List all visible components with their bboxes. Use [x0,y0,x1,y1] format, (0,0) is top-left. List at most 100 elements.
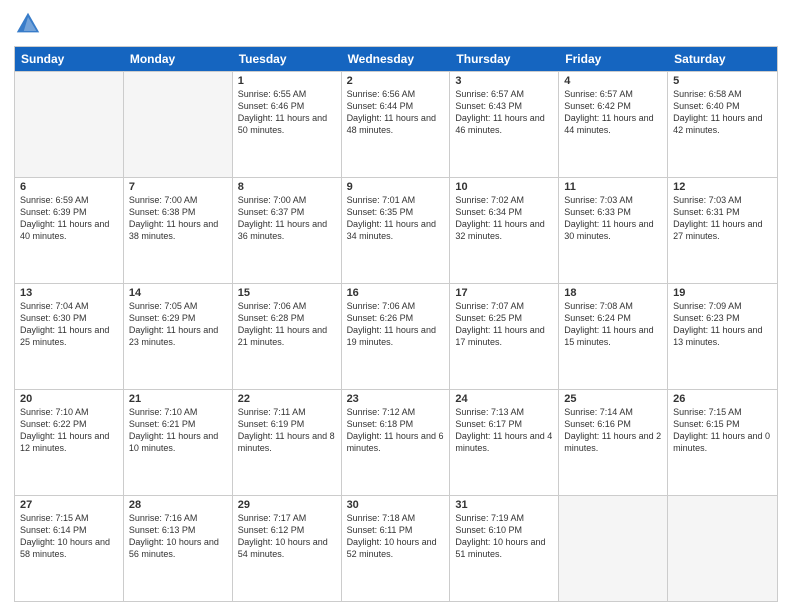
calendar-cell: 11Sunrise: 7:03 AMSunset: 6:33 PMDayligh… [559,178,668,283]
calendar-cell: 7Sunrise: 7:00 AMSunset: 6:38 PMDaylight… [124,178,233,283]
day-number: 27 [20,499,118,511]
day-number: 12 [673,181,772,193]
day-number: 26 [673,393,772,405]
day-detail: Sunrise: 7:04 AMSunset: 6:30 PMDaylight:… [20,300,118,349]
calendar-cell: 24Sunrise: 7:13 AMSunset: 6:17 PMDayligh… [450,390,559,495]
day-detail: Sunrise: 7:02 AMSunset: 6:34 PMDaylight:… [455,194,553,243]
day-detail: Sunrise: 7:08 AMSunset: 6:24 PMDaylight:… [564,300,662,349]
calendar-week-3: 13Sunrise: 7:04 AMSunset: 6:30 PMDayligh… [15,283,777,389]
calendar-cell: 2Sunrise: 6:56 AMSunset: 6:44 PMDaylight… [342,72,451,177]
day-number: 4 [564,75,662,87]
calendar-week-2: 6Sunrise: 6:59 AMSunset: 6:39 PMDaylight… [15,177,777,283]
day-number: 29 [238,499,336,511]
day-number: 28 [129,499,227,511]
day-detail: Sunrise: 7:05 AMSunset: 6:29 PMDaylight:… [129,300,227,349]
day-detail: Sunrise: 7:07 AMSunset: 6:25 PMDaylight:… [455,300,553,349]
day-detail: Sunrise: 7:17 AMSunset: 6:12 PMDaylight:… [238,512,336,561]
header [14,10,778,38]
calendar-cell: 10Sunrise: 7:02 AMSunset: 6:34 PMDayligh… [450,178,559,283]
calendar-week-5: 27Sunrise: 7:15 AMSunset: 6:14 PMDayligh… [15,495,777,601]
weekday-header-sunday: Sunday [15,47,124,71]
day-number: 11 [564,181,662,193]
calendar-cell: 31Sunrise: 7:19 AMSunset: 6:10 PMDayligh… [450,496,559,601]
day-detail: Sunrise: 7:09 AMSunset: 6:23 PMDaylight:… [673,300,772,349]
calendar-cell: 5Sunrise: 6:58 AMSunset: 6:40 PMDaylight… [668,72,777,177]
day-detail: Sunrise: 6:55 AMSunset: 6:46 PMDaylight:… [238,88,336,137]
day-detail: Sunrise: 7:06 AMSunset: 6:28 PMDaylight:… [238,300,336,349]
calendar-cell: 30Sunrise: 7:18 AMSunset: 6:11 PMDayligh… [342,496,451,601]
day-detail: Sunrise: 7:10 AMSunset: 6:21 PMDaylight:… [129,406,227,455]
day-number: 24 [455,393,553,405]
weekday-header-tuesday: Tuesday [233,47,342,71]
calendar-cell: 9Sunrise: 7:01 AMSunset: 6:35 PMDaylight… [342,178,451,283]
calendar-cell [668,496,777,601]
day-number: 3 [455,75,553,87]
day-detail: Sunrise: 6:58 AMSunset: 6:40 PMDaylight:… [673,88,772,137]
calendar-cell: 27Sunrise: 7:15 AMSunset: 6:14 PMDayligh… [15,496,124,601]
calendar-week-4: 20Sunrise: 7:10 AMSunset: 6:22 PMDayligh… [15,389,777,495]
day-number: 15 [238,287,336,299]
day-number: 1 [238,75,336,87]
day-detail: Sunrise: 7:12 AMSunset: 6:18 PMDaylight:… [347,406,445,455]
day-number: 16 [347,287,445,299]
day-detail: Sunrise: 6:59 AMSunset: 6:39 PMDaylight:… [20,194,118,243]
calendar-week-1: 1Sunrise: 6:55 AMSunset: 6:46 PMDaylight… [15,71,777,177]
day-detail: Sunrise: 7:03 AMSunset: 6:33 PMDaylight:… [564,194,662,243]
day-detail: Sunrise: 7:00 AMSunset: 6:38 PMDaylight:… [129,194,227,243]
calendar-header: SundayMondayTuesdayWednesdayThursdayFrid… [15,47,777,71]
day-number: 8 [238,181,336,193]
logo-icon [14,10,42,38]
calendar-cell: 14Sunrise: 7:05 AMSunset: 6:29 PMDayligh… [124,284,233,389]
day-detail: Sunrise: 7:15 AMSunset: 6:15 PMDaylight:… [673,406,772,455]
calendar-cell: 6Sunrise: 6:59 AMSunset: 6:39 PMDaylight… [15,178,124,283]
calendar-cell: 19Sunrise: 7:09 AMSunset: 6:23 PMDayligh… [668,284,777,389]
day-number: 25 [564,393,662,405]
day-detail: Sunrise: 7:03 AMSunset: 6:31 PMDaylight:… [673,194,772,243]
weekday-header-monday: Monday [124,47,233,71]
calendar-cell: 1Sunrise: 6:55 AMSunset: 6:46 PMDaylight… [233,72,342,177]
day-number: 19 [673,287,772,299]
day-number: 23 [347,393,445,405]
calendar-cell [15,72,124,177]
calendar-cell: 20Sunrise: 7:10 AMSunset: 6:22 PMDayligh… [15,390,124,495]
day-number: 30 [347,499,445,511]
calendar: SundayMondayTuesdayWednesdayThursdayFrid… [14,46,778,602]
calendar-cell: 8Sunrise: 7:00 AMSunset: 6:37 PMDaylight… [233,178,342,283]
weekday-header-thursday: Thursday [450,47,559,71]
day-detail: Sunrise: 7:06 AMSunset: 6:26 PMDaylight:… [347,300,445,349]
day-detail: Sunrise: 7:01 AMSunset: 6:35 PMDaylight:… [347,194,445,243]
day-number: 5 [673,75,772,87]
day-number: 31 [455,499,553,511]
calendar-cell: 25Sunrise: 7:14 AMSunset: 6:16 PMDayligh… [559,390,668,495]
calendar-cell: 26Sunrise: 7:15 AMSunset: 6:15 PMDayligh… [668,390,777,495]
day-detail: Sunrise: 6:57 AMSunset: 6:42 PMDaylight:… [564,88,662,137]
day-detail: Sunrise: 6:56 AMSunset: 6:44 PMDaylight:… [347,88,445,137]
weekday-header-friday: Friday [559,47,668,71]
calendar-body: 1Sunrise: 6:55 AMSunset: 6:46 PMDaylight… [15,71,777,601]
calendar-cell: 28Sunrise: 7:16 AMSunset: 6:13 PMDayligh… [124,496,233,601]
day-number: 18 [564,287,662,299]
calendar-cell [124,72,233,177]
day-detail: Sunrise: 7:14 AMSunset: 6:16 PMDaylight:… [564,406,662,455]
calendar-cell: 3Sunrise: 6:57 AMSunset: 6:43 PMDaylight… [450,72,559,177]
weekday-header-saturday: Saturday [668,47,777,71]
day-detail: Sunrise: 7:16 AMSunset: 6:13 PMDaylight:… [129,512,227,561]
calendar-cell: 29Sunrise: 7:17 AMSunset: 6:12 PMDayligh… [233,496,342,601]
calendar-cell [559,496,668,601]
day-number: 21 [129,393,227,405]
calendar-cell: 21Sunrise: 7:10 AMSunset: 6:21 PMDayligh… [124,390,233,495]
day-detail: Sunrise: 6:57 AMSunset: 6:43 PMDaylight:… [455,88,553,137]
day-number: 13 [20,287,118,299]
page: SundayMondayTuesdayWednesdayThursdayFrid… [0,0,792,612]
day-detail: Sunrise: 7:15 AMSunset: 6:14 PMDaylight:… [20,512,118,561]
day-number: 22 [238,393,336,405]
calendar-cell: 15Sunrise: 7:06 AMSunset: 6:28 PMDayligh… [233,284,342,389]
calendar-cell: 22Sunrise: 7:11 AMSunset: 6:19 PMDayligh… [233,390,342,495]
day-number: 17 [455,287,553,299]
calendar-cell: 12Sunrise: 7:03 AMSunset: 6:31 PMDayligh… [668,178,777,283]
day-number: 6 [20,181,118,193]
day-number: 7 [129,181,227,193]
day-detail: Sunrise: 7:19 AMSunset: 6:10 PMDaylight:… [455,512,553,561]
day-number: 20 [20,393,118,405]
calendar-cell: 13Sunrise: 7:04 AMSunset: 6:30 PMDayligh… [15,284,124,389]
